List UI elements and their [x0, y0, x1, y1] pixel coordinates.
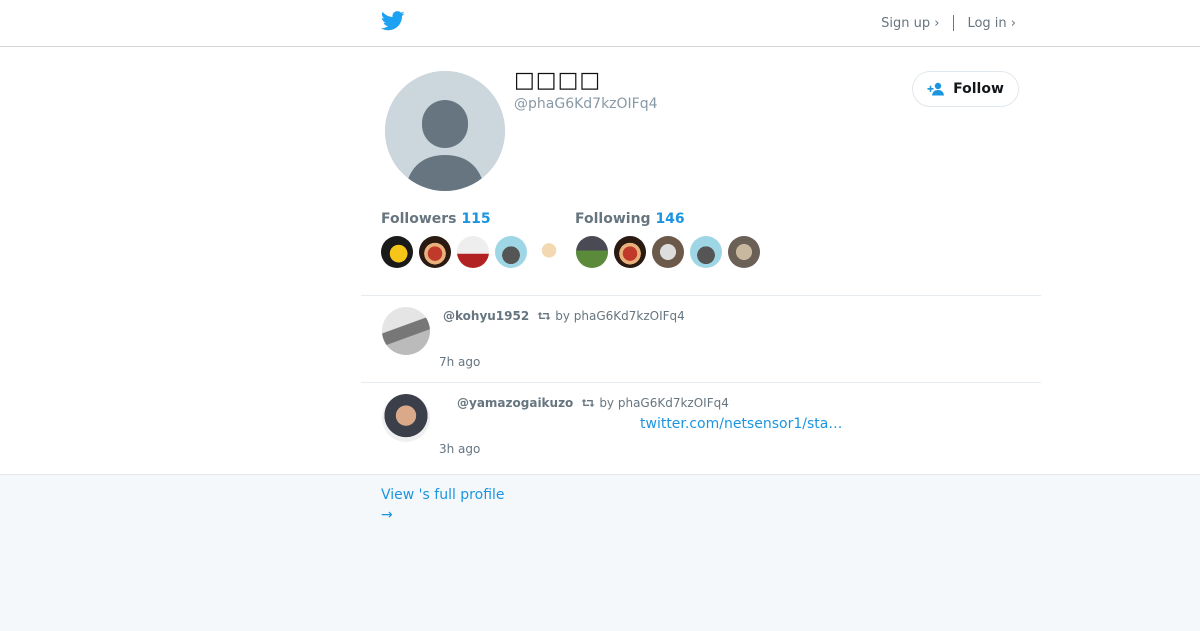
follower-avatar[interactable]	[533, 236, 565, 268]
followers-count: 115	[461, 211, 491, 227]
display-name: □□□□	[514, 68, 602, 93]
tweet-time[interactable]: 3h ago	[439, 442, 480, 456]
followers-avatars	[381, 236, 571, 268]
follower-avatar[interactable]	[381, 236, 413, 268]
retweet-by: by phaG6Kd7kzOIFq4	[599, 396, 729, 410]
following-avatar[interactable]	[652, 236, 684, 268]
view-full-profile-link[interactable]: View 's full profile →	[381, 485, 505, 525]
tweet-author[interactable]: @kohyu1952	[443, 309, 529, 323]
arrow-right-icon: →	[381, 507, 393, 523]
following-label: Following	[575, 211, 651, 227]
full-profile-label: View 's full profile	[381, 487, 505, 503]
follow-button[interactable]: Follow	[912, 71, 1019, 107]
retweet-icon	[537, 312, 551, 320]
following-avatar[interactable]	[576, 236, 608, 268]
following-stat[interactable]: Following 146	[575, 211, 685, 227]
top-bar: Sign up › Log in ›	[0, 0, 1200, 47]
following-avatar[interactable]	[614, 236, 646, 268]
retweet-icon	[581, 399, 595, 407]
following-avatar[interactable]	[690, 236, 722, 268]
tweet-header: @kohyu1952 by phaG6Kd7kzOIFq4	[443, 309, 685, 323]
add-user-icon	[927, 82, 945, 96]
profile-avatar[interactable]	[385, 71, 505, 191]
login-link[interactable]: Log in ›	[967, 16, 1016, 31]
auth-links: Sign up › Log in ›	[881, 15, 1016, 31]
tweet-time[interactable]: 7h ago	[439, 355, 480, 369]
screen-name: @phaG6Kd7kzOIFq4	[514, 96, 658, 112]
tweet-avatar[interactable]	[382, 307, 430, 355]
section-divider	[361, 295, 1041, 296]
following-count: 146	[655, 211, 685, 227]
default-avatar-icon	[385, 71, 505, 191]
following-avatars	[576, 236, 766, 268]
following-avatar[interactable]	[728, 236, 760, 268]
nav-divider	[953, 15, 955, 31]
follower-avatar[interactable]	[457, 236, 489, 268]
signup-link[interactable]: Sign up ›	[881, 16, 939, 31]
followers-stat[interactable]: Followers 115	[381, 211, 491, 227]
tweet-avatar[interactable]	[382, 394, 430, 442]
follower-avatar[interactable]	[495, 236, 527, 268]
followers-label: Followers	[381, 211, 457, 227]
tweet-link[interactable]: twitter.com/netsensor1/sta…	[640, 416, 842, 432]
follower-avatar[interactable]	[419, 236, 451, 268]
tweet-author[interactable]: @yamazogaikuzo	[457, 396, 573, 410]
footer	[0, 474, 1200, 631]
twitter-bird-icon[interactable]	[381, 11, 405, 31]
tweet-divider	[361, 382, 1041, 383]
tweet-header: @yamazogaikuzo by phaG6Kd7kzOIFq4	[457, 396, 729, 410]
follow-label: Follow	[953, 81, 1004, 97]
retweet-by: by phaG6Kd7kzOIFq4	[555, 309, 685, 323]
